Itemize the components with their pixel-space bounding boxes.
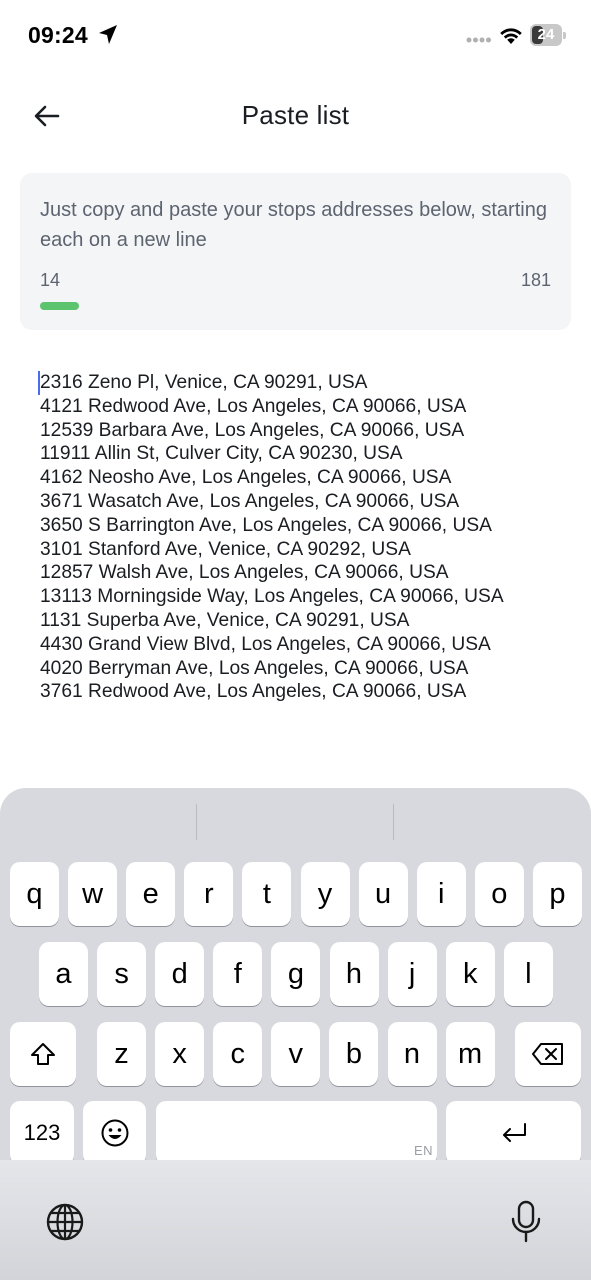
shift-icon — [31, 1043, 55, 1065]
key-q[interactable]: q — [10, 862, 59, 926]
address-line: 3671 Wasatch Ave, Los Angeles, CA 90066,… — [40, 490, 460, 512]
key-w[interactable]: w — [68, 862, 118, 926]
space-key[interactable] — [156, 1101, 437, 1165]
key-d[interactable]: d — [155, 942, 205, 1006]
address-line: 4430 Grand View Blvd, Los Angeles, CA 90… — [40, 633, 491, 655]
microphone-button[interactable] — [502, 1198, 550, 1246]
emoji-icon — [101, 1119, 128, 1147]
status-bar: 09:24 24 — [0, 0, 591, 70]
page-title: Paste list — [241, 100, 350, 130]
numbers-key[interactable]: 123 — [10, 1101, 74, 1165]
key-o[interactable]: o — [474, 862, 524, 926]
address-line: 4020 Berryman Ave, Los Angeles, CA 90066… — [40, 657, 469, 679]
microphone-icon — [511, 1200, 541, 1243]
backspace-icon — [532, 1043, 563, 1065]
shift-key[interactable] — [10, 1022, 76, 1086]
key-v[interactable]: v — [271, 1022, 321, 1086]
address-line: 2316 Zeno Pl, Venice, CA 90291, USA — [40, 372, 368, 393]
address-line: 4121 Redwood Ave, Los Angeles, CA 90066,… — [40, 395, 467, 417]
char-limit: 181 — [520, 270, 551, 290]
key-s[interactable]: s — [97, 942, 147, 1006]
status-time: 09:24 — [28, 22, 88, 48]
emoji-key[interactable] — [83, 1101, 146, 1165]
key-l[interactable]: l — [503, 942, 553, 1006]
key-r[interactable]: r — [184, 862, 234, 926]
key-b[interactable]: b — [329, 1022, 379, 1086]
globe-icon — [46, 1203, 84, 1241]
address-line: 11911 Allin St, Culver City, CA 90230, U… — [40, 443, 403, 465]
address-textarea[interactable]: 2316 Zeno Pl, Venice, CA 90291, USA 4121 … — [40, 371, 570, 704]
backspace-key[interactable] — [515, 1022, 581, 1086]
battery-level: 24 — [537, 26, 555, 43]
location-arrow-icon — [99, 25, 117, 44]
suggestion-divider — [196, 804, 197, 840]
key-z[interactable]: z — [97, 1022, 146, 1086]
progress-bar — [40, 302, 551, 310]
key-x[interactable]: x — [155, 1022, 205, 1086]
address-line: 3650 S Barrington Ave, Los Angeles, CA 9… — [40, 514, 492, 536]
instructions-text: Just copy and paste your stops addresses… — [40, 199, 547, 251]
return-key[interactable] — [446, 1101, 581, 1165]
address-line: 13113 Morningside Way, Los Angeles, CA 9… — [40, 586, 504, 608]
key-a[interactable]: a — [39, 942, 88, 1006]
globe-button[interactable] — [40, 1200, 90, 1244]
key-m[interactable]: m — [445, 1022, 495, 1086]
key-f[interactable]: f — [213, 942, 263, 1006]
key-n[interactable]: n — [387, 1022, 437, 1086]
key-e[interactable]: e — [126, 862, 176, 926]
return-icon — [502, 1123, 526, 1142]
key-p[interactable]: p — [532, 862, 582, 926]
address-line: 12857 Walsh Ave, Los Angeles, CA 90066, … — [40, 562, 449, 584]
address-line: 3761 Redwood Ave, Los Angeles, CA 90066,… — [40, 681, 467, 703]
language-tag: EN — [414, 1143, 434, 1158]
address-line: 1131 Superba Ave, Venice, CA 90291, USA — [40, 609, 410, 631]
address-line: 3101 Stanford Ave, Venice, CA 90292, USA — [40, 538, 411, 560]
suggestion-divider — [393, 804, 394, 840]
stop-count: 14 — [40, 270, 61, 290]
key-t[interactable]: t — [242, 862, 292, 926]
key-h[interactable]: h — [329, 942, 379, 1006]
key-g[interactable]: g — [271, 942, 321, 1006]
key-j[interactable]: j — [387, 942, 437, 1006]
wifi-icon — [500, 28, 522, 44]
progress-fill — [40, 302, 80, 310]
key-y[interactable]: y — [300, 862, 350, 926]
battery-indicator: 24 — [530, 24, 566, 46]
key-i[interactable]: i — [416, 862, 466, 926]
address-line: 12539 Barbara Ave, Los Angeles, CA 90066… — [40, 419, 465, 441]
key-u[interactable]: u — [358, 862, 408, 926]
info-card: Just copy and paste your stops addresses… — [20, 173, 571, 330]
keyboard: qwertyuiop asdfghjkl zxcvbnm 123 EN — [0, 788, 591, 1280]
key-c[interactable]: c — [213, 1022, 263, 1086]
signal-icon — [466, 37, 491, 43]
key-k[interactable]: k — [445, 942, 495, 1006]
address-line: 4162 Neosho Ave, Los Angeles, CA 90066, … — [40, 467, 452, 489]
